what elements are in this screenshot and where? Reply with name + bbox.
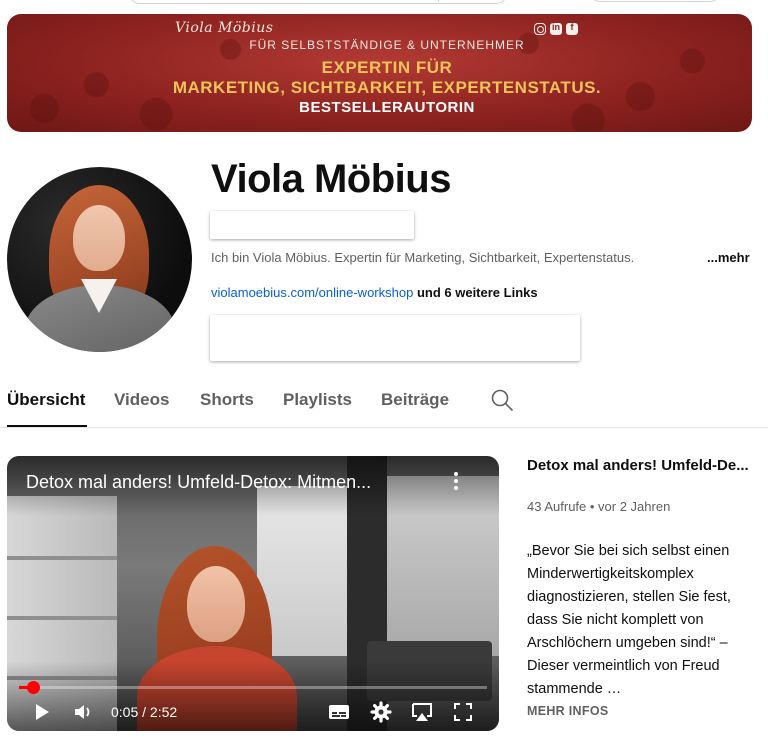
play-icon[interactable]	[33, 701, 51, 723]
search-box-edge[interactable]	[128, 0, 508, 4]
player-video-title[interactable]: Detox mal anders! Umfeld-Detox: Mitmen..…	[26, 472, 426, 493]
linkedin-icon[interactable]: in	[550, 22, 562, 35]
banner-logo: Viola Möbius	[175, 20, 274, 36]
banner-headline-3: BESTSELLERAUTORIN	[299, 99, 475, 116]
tab-playlists[interactable]: Playlists	[283, 390, 352, 410]
header-button-edge[interactable]	[590, 0, 720, 2]
channel-avatar[interactable]	[7, 167, 192, 352]
channel-banner: Viola Möbius FÜR SELBSTSTÄNDIGE & UNTERN…	[7, 14, 752, 132]
facebook-glyph: f	[570, 22, 574, 32]
channel-name: Viola Möbius	[211, 157, 451, 201]
banner-subtitle: FÜR SELBSTSTÄNDIGE & UNTERNEHMER	[249, 38, 525, 52]
banner-headline-2: MARKETING, SICHTBARKEIT, EXPERTENSTATUS.	[172, 78, 602, 97]
tab-videos[interactable]: Videos	[114, 390, 169, 410]
channel-tabs: Übersicht Videos Shorts Playlists Beiträ…	[0, 380, 768, 428]
banner-headline-1: EXPERTIN FÜR	[321, 58, 453, 77]
featured-video-description: „Bevor Sie bei sich selbst einen Minderw…	[527, 543, 731, 697]
airplay-icon[interactable]	[410, 701, 434, 723]
search-icon[interactable]	[490, 388, 514, 412]
redacted-handle-box	[210, 211, 414, 239]
channel-link[interactable]: violamoebius.com/online-workshop	[211, 285, 413, 300]
settings-gear-icon[interactable]	[370, 701, 392, 723]
tab-shorts[interactable]: Shorts	[200, 390, 254, 410]
description-more-link[interactable]: ...mehr	[707, 250, 750, 265]
fullscreen-icon[interactable]	[453, 701, 473, 723]
channel-description[interactable]: Ich bin Viola Möbius. Expertin für Marke…	[211, 250, 671, 265]
featured-video-title[interactable]: Detox mal anders! Umfeld-De...	[527, 457, 757, 474]
more-info-button[interactable]: MEHR INFOS	[527, 704, 608, 718]
more-links-button[interactable]: und 6 weitere Links	[417, 285, 538, 300]
channel-links: violamoebius.com/online-workshop und 6 w…	[211, 285, 538, 300]
top-bar-remnant	[0, 0, 768, 8]
linkedin-glyph: in	[552, 22, 560, 32]
scene-person-face	[187, 566, 245, 642]
subtitles-icon[interactable]	[328, 701, 350, 723]
instagram-icon[interactable]	[534, 23, 546, 35]
redacted-buttons-box	[210, 315, 580, 361]
avatar-face	[73, 205, 125, 271]
featured-video-meta: 43 Aufrufe • vor 2 Jahren	[527, 499, 671, 514]
more-options-icon[interactable]	[453, 472, 459, 494]
video-player[interactable]: Detox mal anders! Umfeld-Detox: Mitmen..…	[7, 456, 499, 731]
tab-posts[interactable]: Beiträge	[381, 390, 449, 410]
search-divider	[438, 0, 439, 2]
tab-overview[interactable]: Übersicht	[7, 390, 85, 410]
progress-bar[interactable]	[19, 681, 487, 694]
volume-icon[interactable]	[73, 701, 95, 723]
active-tab-indicator	[7, 425, 87, 427]
progress-scrubber[interactable]	[26, 681, 40, 694]
time-display: 0:05 / 2:52	[111, 704, 178, 720]
facebook-icon[interactable]: f	[566, 22, 578, 35]
